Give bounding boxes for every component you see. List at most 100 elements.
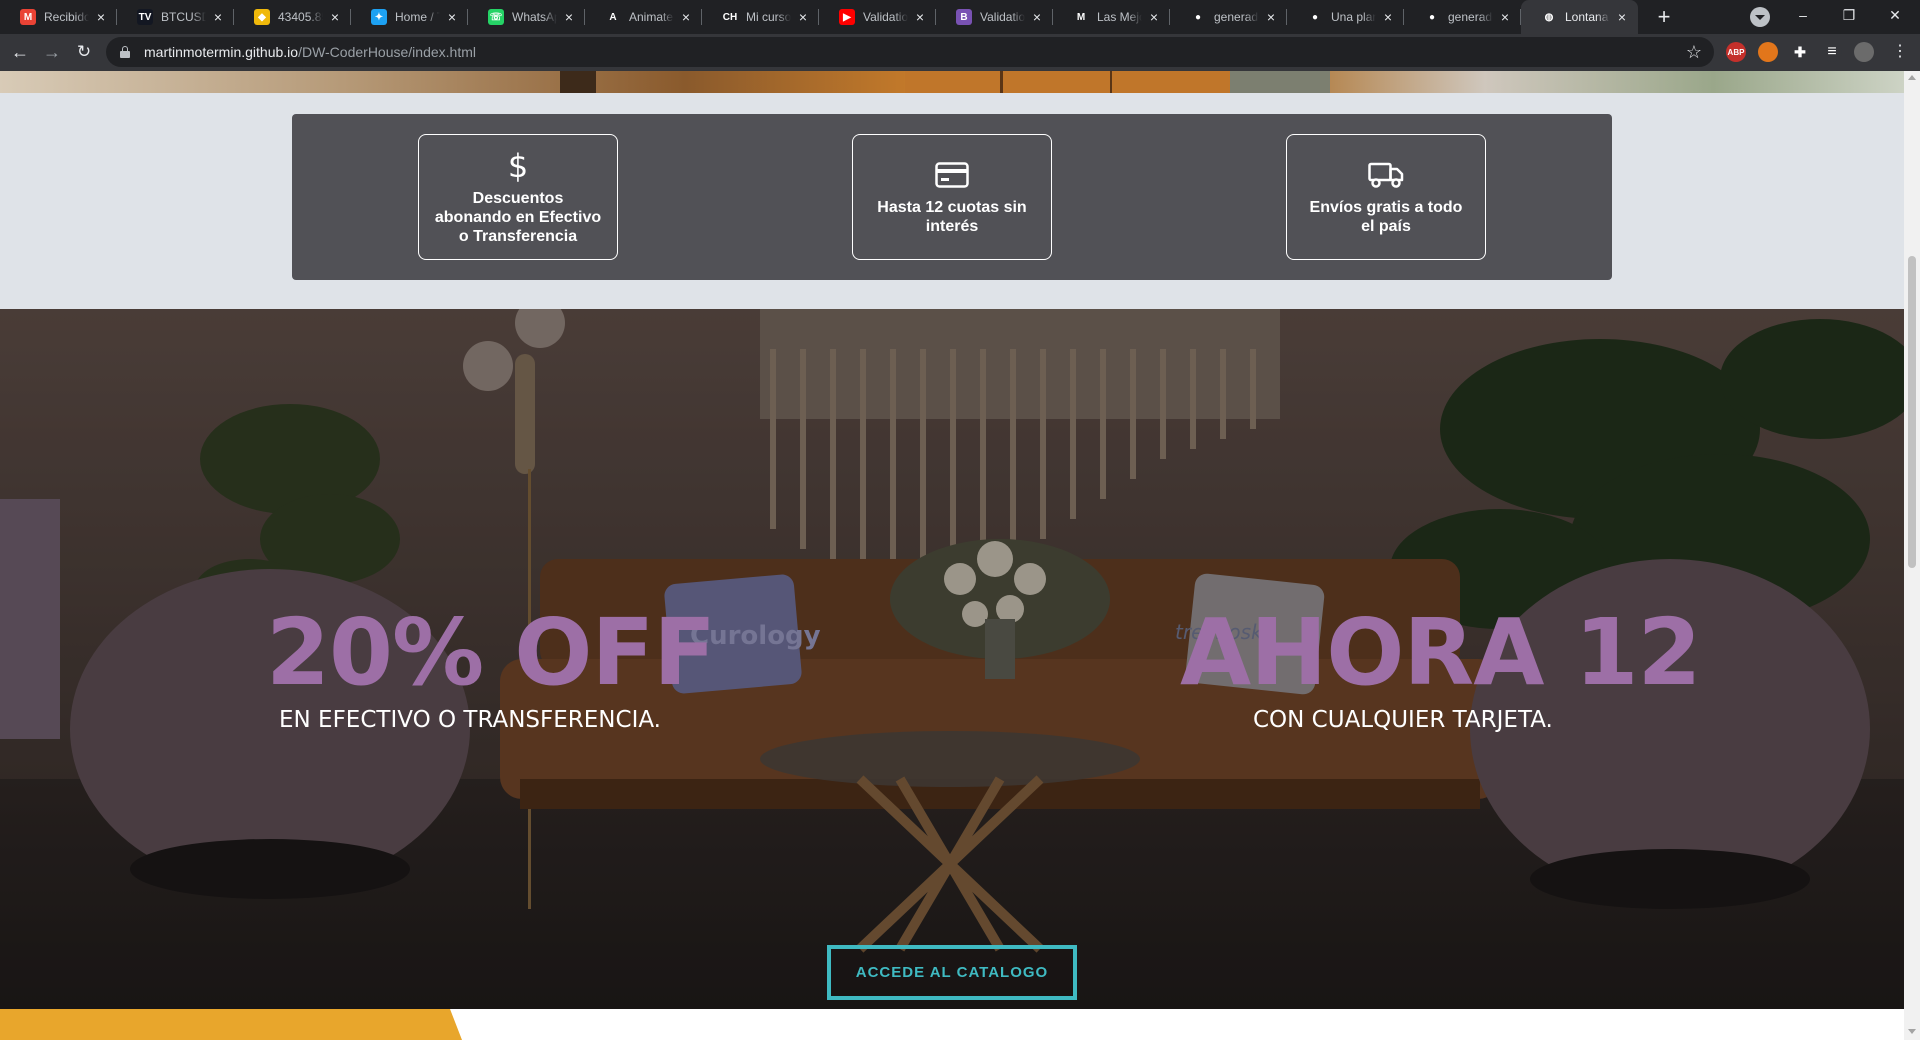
coderhouse-icon: CH — [722, 9, 738, 25]
browser-tab[interactable]: ◍ Lontana Deco × — [1521, 0, 1638, 34]
browser-tab[interactable]: ✦ Home / Twitter × — [351, 0, 468, 34]
browser-tab[interactable]: ● generador × — [1170, 0, 1287, 34]
benefits-panel: $ Descuentos abonando en Efectivo o Tran… — [292, 114, 1612, 280]
promo-installments-title: AHORA 12 — [1180, 599, 1702, 706]
globe-icon: ◍ — [1541, 9, 1557, 25]
tab-title: Home / Twitter — [395, 10, 440, 24]
browser-tab[interactable]: ▶ Validation × — [819, 0, 936, 34]
tab-title: WhatsApp — [512, 10, 557, 24]
tab-list: M Recibidos × TV BTCUSDT × ◆ 43405.85 × ✦ Home / T… — [0, 0, 1638, 34]
tab-title: generador — [1448, 10, 1493, 24]
new-tab-button[interactable]: + — [1650, 3, 1678, 31]
whatsapp-icon: ☏ — [488, 9, 504, 25]
lock-icon — [120, 46, 130, 58]
tab-strip: M Recibidos × TV BTCUSDT × ◆ 43405.85 × ✦ Home / T… — [0, 0, 1920, 34]
github-icon: ● — [1424, 9, 1440, 25]
metamask-icon[interactable] — [1758, 42, 1778, 62]
bookmark-star-icon[interactable]: ☆ — [1686, 42, 1702, 63]
promo-installments-subtitle: CON CUALQUIER TARJETA. — [1253, 707, 1553, 733]
browser-tab[interactable]: ● Una plantilla × — [1287, 0, 1404, 34]
benefit-text: Hasta 12 cuotas sin interés — [877, 199, 1027, 235]
dollar-icon: $ — [507, 146, 529, 185]
github-icon: ● — [1307, 9, 1323, 25]
tab-close-icon[interactable]: × — [1497, 9, 1513, 25]
browser-tab[interactable]: ● generador × — [1404, 0, 1521, 34]
benefit-card-discount: $ Descuentos abonando en Efectivo o Tran… — [418, 134, 618, 260]
puzzle-icon[interactable]: ✚ — [1790, 42, 1810, 62]
address-bar[interactable]: martinmotermin.github.io/DW-CoderHouse/i… — [106, 37, 1714, 67]
url-path: /DW-CoderHouse/index.html — [298, 44, 476, 60]
back-icon[interactable]: ← — [6, 38, 34, 66]
gmail-icon: M — [20, 9, 36, 25]
credit-card-icon — [935, 158, 969, 192]
browser-toolbar: ← → ↻ martinmotermin.github.io/DW-CoderH… — [0, 34, 1920, 71]
tab-close-icon[interactable]: × — [795, 9, 811, 25]
tab-title: Recibidos — [44, 10, 89, 24]
profile-avatar[interactable] — [1854, 42, 1874, 62]
promo-discount-subtitle: EN EFECTIVO O TRANSFERENCIA. — [279, 707, 661, 733]
tab-title: generador — [1214, 10, 1259, 24]
tab-search-icon[interactable] — [1750, 7, 1770, 27]
browser-tab[interactable]: ◆ 43405.85 × — [234, 0, 351, 34]
browser-tab[interactable]: B Validation × — [936, 0, 1053, 34]
menu-icon[interactable]: ⋮ — [1886, 38, 1914, 66]
twitter-icon: ✦ — [371, 9, 387, 25]
promo-section: Curology treeboski 20% OFF EN EFECTIVO O… — [0, 309, 1904, 1009]
scroll-up-icon[interactable] — [1908, 75, 1916, 80]
catalog-button[interactable]: ACCEDE AL CATALOGO — [827, 945, 1077, 1000]
tab-close-icon[interactable]: × — [1029, 9, 1045, 25]
youtube-icon: ▶ — [839, 9, 855, 25]
binance-icon: ◆ — [254, 9, 270, 25]
reload-icon[interactable]: ↻ — [70, 38, 98, 66]
close-window-icon[interactable]: ✕ — [1872, 0, 1918, 30]
tab-title: Lontana Deco — [1565, 10, 1610, 24]
browser-tab[interactable]: ☏ WhatsApp × — [468, 0, 585, 34]
truck-icon — [1368, 158, 1404, 192]
tab-title: Animate.css — [629, 10, 674, 24]
adblock-icon[interactable]: ABP — [1726, 42, 1746, 62]
tab-close-icon[interactable]: × — [444, 9, 460, 25]
animate-icon: A — [605, 9, 621, 25]
benefit-card-shipping: Envíos gratis a todo el país — [1286, 134, 1486, 260]
page-viewport: $ Descuentos abonando en Efectivo o Tran… — [0, 71, 1904, 1040]
tradingview-icon: TV — [137, 9, 153, 25]
benefit-text: Descuentos abonando en Efectivo o Transf… — [434, 189, 602, 245]
tab-close-icon[interactable]: × — [327, 9, 343, 25]
next-section-peek — [0, 1009, 1904, 1040]
tab-title: 43405.85 — [278, 10, 323, 24]
tab-close-icon[interactable]: × — [561, 9, 577, 25]
browser-tab[interactable]: M Las Mejores × — [1053, 0, 1170, 34]
tab-close-icon[interactable]: × — [1146, 9, 1162, 25]
medium-icon: M — [1073, 9, 1089, 25]
tab-close-icon[interactable]: × — [93, 9, 109, 25]
scrollbar-thumb[interactable] — [1908, 256, 1916, 568]
tab-close-icon[interactable]: × — [912, 9, 928, 25]
browser-tab[interactable]: CH Mi curso de × — [702, 0, 819, 34]
tab-close-icon[interactable]: × — [1263, 9, 1279, 25]
tab-title: BTCUSDT — [161, 10, 206, 24]
bootstrap-icon: B — [956, 9, 972, 25]
promo-discount-title: 20% OFF — [266, 599, 716, 706]
browser-tab[interactable]: A Animate.css × — [585, 0, 702, 34]
tab-title: Validation — [863, 10, 908, 24]
tab-close-icon[interactable]: × — [678, 9, 694, 25]
accent-ribbon — [0, 1009, 462, 1040]
reading-list-icon[interactable]: ≡ — [1822, 42, 1842, 62]
forward-icon[interactable]: → — [38, 38, 66, 66]
hero-image-bottom — [0, 71, 1904, 93]
tab-title: Mi curso de — [746, 10, 791, 24]
scroll-down-icon[interactable] — [1908, 1029, 1916, 1034]
benefit-card-installments: Hasta 12 cuotas sin interés — [852, 134, 1052, 260]
tab-close-icon[interactable]: × — [1380, 9, 1396, 25]
github-icon: ● — [1190, 9, 1206, 25]
tab-title: Validation — [980, 10, 1025, 24]
browser-tab[interactable]: M Recibidos × — [0, 0, 117, 34]
page-scrollbar[interactable] — [1904, 71, 1920, 1040]
restore-icon[interactable]: ❐ — [1826, 0, 1872, 30]
browser-tab[interactable]: TV BTCUSDT × — [117, 0, 234, 34]
tab-title: Las Mejores — [1097, 10, 1142, 24]
tab-close-icon[interactable]: × — [1614, 9, 1630, 25]
tab-close-icon[interactable]: × — [210, 9, 226, 25]
minimize-icon[interactable]: – — [1780, 0, 1826, 30]
benefit-text: Envíos gratis a todo el país — [1309, 199, 1463, 235]
